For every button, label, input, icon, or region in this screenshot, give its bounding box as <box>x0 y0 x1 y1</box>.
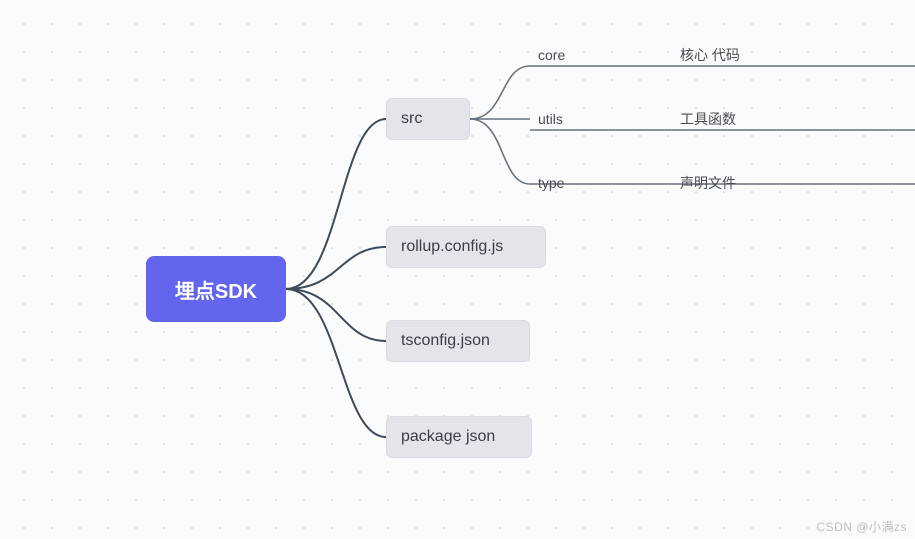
leaf-desc: 工具函数 <box>680 109 736 129</box>
branch-node-package[interactable]: package json <box>386 416 532 458</box>
branch-node-src[interactable]: src <box>386 98 470 140</box>
leaf-node-core-desc[interactable]: 核心 代码 <box>680 42 740 68</box>
leaf-name: core <box>538 47 565 63</box>
branch-label: src <box>401 110 422 128</box>
branch-node-rollup[interactable]: rollup.config.js <box>386 226 546 268</box>
root-label: 埋点SDK <box>175 275 257 304</box>
leaf-name: type <box>538 175 564 191</box>
leaf-node-utils-desc[interactable]: 工具函数 <box>680 106 736 132</box>
leaf-desc: 核心 代码 <box>680 45 740 65</box>
leaf-desc: 声明文件 <box>680 173 736 193</box>
leaf-node-core[interactable]: core <box>538 42 565 68</box>
leaf-node-type[interactable]: type <box>538 170 564 196</box>
leaf-node-type-desc[interactable]: 声明文件 <box>680 170 736 196</box>
branch-label: rollup.config.js <box>401 238 503 256</box>
leaf-node-utils[interactable]: utils <box>538 106 563 132</box>
branch-node-tsconfig[interactable]: tsconfig.json <box>386 320 530 362</box>
watermark-text: CSDN @小满zs <box>816 518 907 535</box>
branch-label: package json <box>401 428 495 446</box>
leaf-name: utils <box>538 111 563 127</box>
connector-lines <box>0 0 915 539</box>
root-node[interactable]: 埋点SDK <box>146 256 286 322</box>
branch-label: tsconfig.json <box>401 332 490 350</box>
